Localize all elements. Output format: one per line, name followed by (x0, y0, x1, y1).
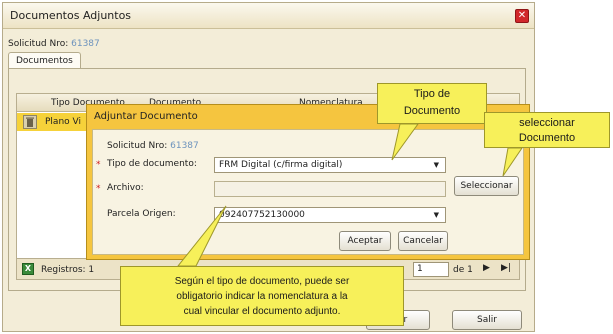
callout-tipo-line1: Tipo de (413, 88, 451, 100)
callout-info-line2: obligatorio indicar la nomenclatura a la (176, 291, 348, 302)
callout-select-line1: seleccionar (519, 117, 575, 129)
callout-seleccionar-documento: seleccionar Documento (484, 112, 610, 148)
callout-info-line3: cual vincular el documento adjunto. (183, 306, 341, 317)
callout-tipo-line2: Documento (403, 105, 461, 117)
callout-info: Según el tipo de documento, puede ser ob… (120, 266, 404, 326)
callout-tipo-documento: Tipo de Documento (377, 83, 487, 124)
callout-info-line1: Según el tipo de documento, puede ser (174, 276, 350, 287)
callout-select-line2: Documento (518, 132, 576, 144)
